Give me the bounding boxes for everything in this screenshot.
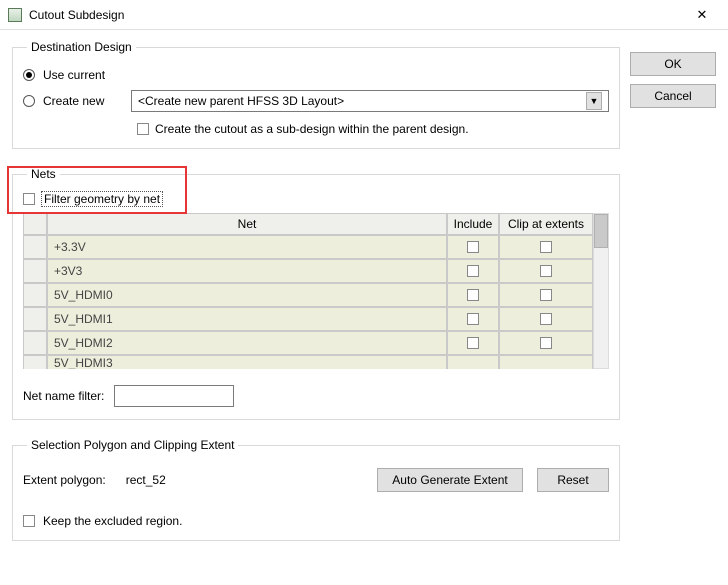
cell-include[interactable] xyxy=(447,259,499,283)
radio-create-new[interactable] xyxy=(23,95,35,107)
ok-button[interactable]: OK xyxy=(630,52,716,76)
create-new-combo[interactable]: <Create new parent HFSS 3D Layout> ▼ xyxy=(131,90,609,112)
label-keep-excluded: Keep the excluded region. xyxy=(43,514,182,528)
checkbox-include[interactable] xyxy=(467,265,479,277)
label-use-current: Use current xyxy=(43,68,105,82)
checkbox-include[interactable] xyxy=(467,313,479,325)
checkbox-clip[interactable] xyxy=(540,241,552,253)
destination-design-group: Destination Design Use current Create ne… xyxy=(12,40,620,149)
cell-net-name[interactable]: 5V_HDMI3 xyxy=(47,355,447,369)
create-new-combo-value: <Create new parent HFSS 3D Layout> xyxy=(138,94,344,108)
header-include[interactable]: Include xyxy=(447,213,499,235)
table-row: 5V_HDMI1 xyxy=(23,307,593,331)
cell-net-name[interactable]: +3.3V xyxy=(47,235,447,259)
header-clip[interactable]: Clip at extents xyxy=(499,213,593,235)
cell-net-name[interactable]: 5V_HDMI2 xyxy=(47,331,447,355)
nets-group: Nets Filter geometry by net Net Include … xyxy=(12,167,620,420)
cell-include[interactable] xyxy=(447,307,499,331)
checkbox-sub-design[interactable] xyxy=(137,123,149,135)
chevron-down-icon[interactable]: ▼ xyxy=(586,92,602,110)
header-net[interactable]: Net xyxy=(47,213,447,235)
row-stub[interactable] xyxy=(23,259,47,283)
selection-polygon-legend: Selection Polygon and Clipping Extent xyxy=(27,438,238,452)
table-row: 5V_HDMI3 xyxy=(23,355,593,369)
close-button[interactable]: ✕ xyxy=(682,1,722,29)
row-stub[interactable] xyxy=(23,283,47,307)
window-title: Cutout Subdesign xyxy=(29,8,682,22)
cell-net-name[interactable]: 5V_HDMI0 xyxy=(47,283,447,307)
cell-clip[interactable] xyxy=(499,235,593,259)
row-stub[interactable] xyxy=(23,235,47,259)
checkbox-include[interactable] xyxy=(467,289,479,301)
label-extent-polygon: Extent polygon: xyxy=(23,473,106,487)
nets-scrollbar[interactable] xyxy=(593,213,609,369)
checkbox-keep-excluded[interactable] xyxy=(23,515,35,527)
row-stub[interactable] xyxy=(23,331,47,355)
cell-clip[interactable] xyxy=(499,355,593,369)
row-stub[interactable] xyxy=(23,307,47,331)
auto-generate-extent-button[interactable]: Auto Generate Extent xyxy=(377,468,523,492)
header-stub xyxy=(23,213,47,235)
value-extent-polygon: rect_52 xyxy=(126,473,166,487)
nets-legend: Nets xyxy=(27,167,60,181)
cell-include[interactable] xyxy=(447,355,499,369)
cell-include[interactable] xyxy=(447,283,499,307)
label-create-new: Create new xyxy=(43,94,123,108)
cancel-button[interactable]: Cancel xyxy=(630,84,716,108)
table-row: 5V_HDMI2 xyxy=(23,331,593,355)
checkbox-include[interactable] xyxy=(467,337,479,349)
table-row: +3.3V xyxy=(23,235,593,259)
checkbox-clip[interactable] xyxy=(540,313,552,325)
cell-clip[interactable] xyxy=(499,331,593,355)
cell-include[interactable] xyxy=(447,235,499,259)
cell-net-name[interactable]: 5V_HDMI1 xyxy=(47,307,447,331)
label-sub-design: Create the cutout as a sub-design within… xyxy=(155,122,469,136)
checkbox-clip[interactable] xyxy=(540,337,552,349)
table-row: +3V3 xyxy=(23,259,593,283)
reset-button[interactable]: Reset xyxy=(537,468,609,492)
label-filter-geometry: Filter geometry by net xyxy=(41,191,163,207)
checkbox-clip[interactable] xyxy=(540,265,552,277)
label-net-name-filter: Net name filter: xyxy=(23,389,104,403)
cell-clip[interactable] xyxy=(499,283,593,307)
scrollbar-thumb[interactable] xyxy=(594,214,608,248)
cell-clip[interactable] xyxy=(499,259,593,283)
nets-table: Net Include Clip at extents +3.3V +3V3 xyxy=(23,213,609,369)
cell-include[interactable] xyxy=(447,331,499,355)
net-name-filter-input[interactable] xyxy=(114,385,234,407)
cell-net-name[interactable]: +3V3 xyxy=(47,259,447,283)
selection-polygon-group: Selection Polygon and Clipping Extent Ex… xyxy=(12,438,620,541)
checkbox-include[interactable] xyxy=(467,241,479,253)
row-stub[interactable] xyxy=(23,355,47,369)
titlebar: Cutout Subdesign ✕ xyxy=(0,0,728,30)
checkbox-clip[interactable] xyxy=(540,289,552,301)
app-icon xyxy=(8,8,22,22)
destination-design-legend: Destination Design xyxy=(27,40,136,54)
nets-table-header: Net Include Clip at extents xyxy=(23,213,593,235)
radio-use-current[interactable] xyxy=(23,69,35,81)
cell-clip[interactable] xyxy=(499,307,593,331)
checkbox-filter-geometry[interactable] xyxy=(23,193,35,205)
table-row: 5V_HDMI0 xyxy=(23,283,593,307)
